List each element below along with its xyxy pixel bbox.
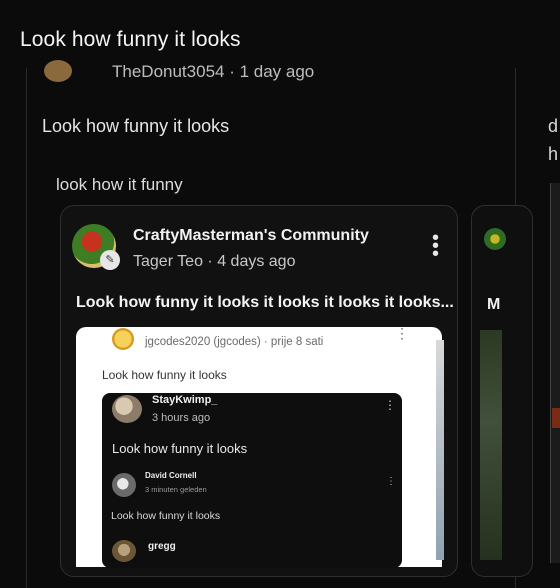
embedded-post-title: Look how funny it looks it looks it look… xyxy=(76,294,454,311)
community-icon xyxy=(484,228,506,250)
right-post-text-line2: h xyxy=(548,144,559,164)
user-badge-icon: ✎ xyxy=(100,250,120,270)
reply1-more-icon: ⋮ xyxy=(384,398,396,412)
reply3-avatar xyxy=(112,540,136,562)
right-post-card[interactable] xyxy=(550,183,560,563)
author-time: Tager Teo · 4 days ago xyxy=(133,253,296,270)
next-card-title: M xyxy=(487,296,501,313)
screenshot-more-icon: ⋮ xyxy=(395,325,409,341)
page-title: Look how funny it looks xyxy=(20,28,241,51)
reply1-text: Look how funny it looks xyxy=(112,441,248,456)
reply2-time: 3 minuten geleden xyxy=(145,485,207,494)
screenshot-avatar xyxy=(112,328,134,350)
reply2-more-icon: ⋮ xyxy=(386,476,396,487)
reply2-avatar xyxy=(112,473,136,497)
screenshot-text: Look how funny it looks xyxy=(102,368,227,382)
reply1-user: StayKwimp_ xyxy=(152,394,218,406)
reply2-text: Look how funny it looks xyxy=(111,510,221,522)
reply2-user: David Cornell xyxy=(145,471,197,480)
outer-post-meta: TheDonut3054 · 1 day ago xyxy=(112,62,315,81)
reply3-user: gregg xyxy=(148,541,176,552)
right-post-image xyxy=(552,408,560,428)
quote-text: look how it funny xyxy=(56,175,183,194)
reply1-time: 3 hours ago xyxy=(152,412,211,424)
right-post-text-line1: d xyxy=(548,116,559,136)
more-vertical-icon[interactable]: • • • xyxy=(432,228,440,264)
community-name[interactable]: CraftyMasterman's Community xyxy=(133,227,369,245)
screenshot-meta: jgcodes2020 (jgcodes) · prije 8 sati xyxy=(145,336,324,348)
next-card-image xyxy=(480,330,502,560)
outer-post-avatar[interactable] xyxy=(44,60,72,82)
screenshot-edge xyxy=(436,340,444,560)
reply1-avatar xyxy=(112,395,142,423)
outer-post-text: Look how funny it looks xyxy=(42,116,230,136)
screenshot-reply-card xyxy=(102,393,402,568)
